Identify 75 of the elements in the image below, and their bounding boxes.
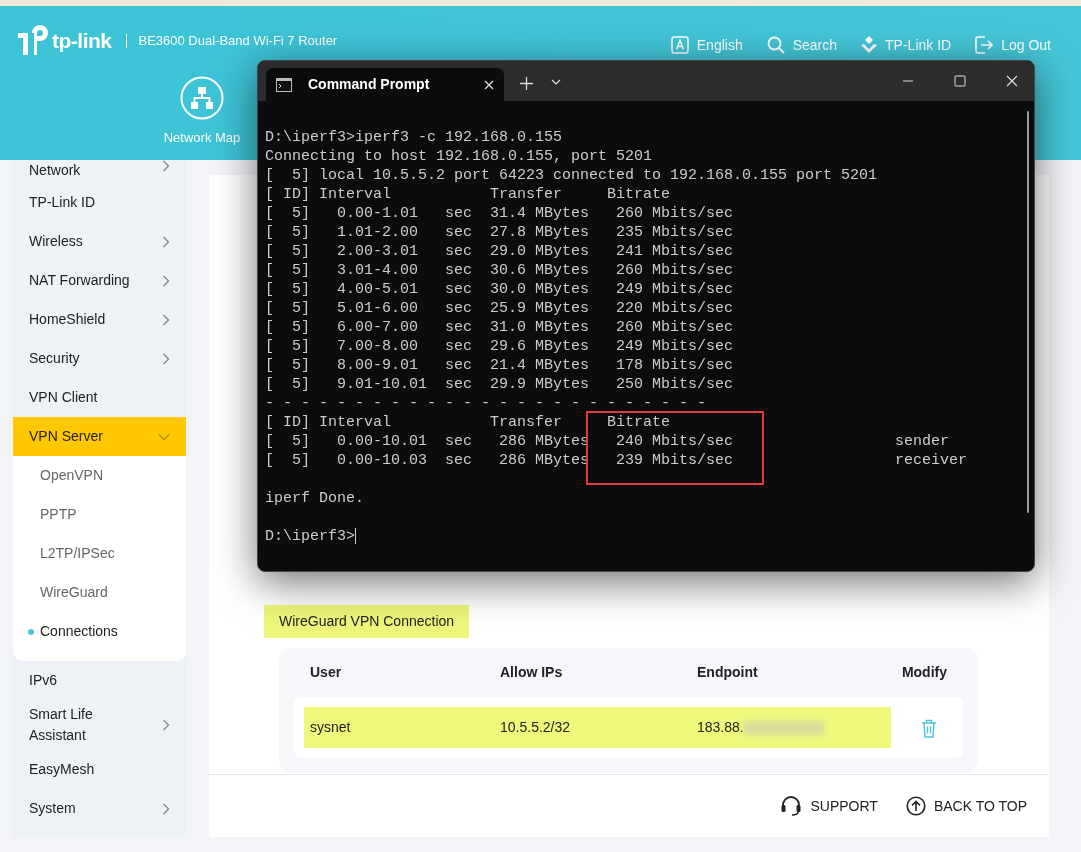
- submenu-item[interactable]: L2TP/IPSec: [13, 534, 186, 573]
- sidebar-item[interactable]: VPN Client: [13, 378, 186, 417]
- footer-link[interactable]: SUPPORT: [774, 794, 884, 818]
- submenu-item[interactable]: Connections: [13, 612, 186, 651]
- terminal-line: [ 5] 7.00-8.00 sec 29.6 MBytes 249 Mbits/sec: [265, 338, 734, 355]
- close-icon[interactable]: [1006, 75, 1018, 87]
- sidebar-item[interactable]: System: [13, 789, 186, 828]
- close-icon[interactable]: [484, 79, 494, 90]
- submenu-item[interactable]: PPTP: [13, 495, 186, 534]
- chevron-right-icon: [162, 352, 170, 365]
- headset-icon: [780, 795, 803, 817]
- terminal-line: [ 5] 5.01-6.00 sec 25.9 MBytes 220 Mbits/sec: [265, 300, 734, 317]
- table-cell: 183.88.: [691, 707, 891, 748]
- terminal-line: [ 5] 6.00-7.00 sec 31.0 MBytes 260 Mbits/sec: [265, 319, 734, 336]
- terminal-line: Connecting to host 192.168.0.155, port 5201: [265, 148, 653, 165]
- terminal-line: [ 5] local 10.5.5.2 port 64223 connected to 192.168.0.155 port 5201: [265, 167, 878, 184]
- sidebar-item[interactable]: IPv6: [13, 661, 186, 700]
- scrollbar[interactable]: [1027, 111, 1029, 513]
- terminal-line: [ 5] 1.01-2.00 sec 27.8 MBytes 235 Mbits/sec: [265, 224, 734, 241]
- language-icon: [670, 36, 689, 54]
- submenu-item[interactable]: WireGuard: [13, 573, 186, 612]
- terminal-line: [ 5] 9.01-10.01 sec 29.9 MBytes 250 Mbits/sec: [265, 376, 734, 393]
- column-header: User: [309, 663, 343, 682]
- chevron-right-icon: [162, 313, 170, 326]
- terminal-line: [ 5] 4.00-5.01 sec 30.0 MBytes 249 Mbits/sec: [265, 281, 734, 298]
- terminal-line: [ 5] 2.00-3.01 sec 29.0 MBytes 241 Mbits/sec: [265, 243, 734, 260]
- terminal-line: [ 5] 8.00-9.01 sec 21.4 MBytes 178 Mbits/sec: [265, 357, 734, 374]
- chevron-right-icon: [162, 235, 170, 248]
- submenu-item[interactable]: OpenVPN: [13, 456, 186, 495]
- chevron-right-icon: [162, 802, 170, 815]
- column-header: Allow IPs: [499, 663, 564, 682]
- maximize-icon[interactable]: [954, 75, 966, 87]
- chevron-right-icon: [162, 719, 170, 731]
- search-icon: [766, 36, 785, 54]
- terminal-line: iperf Done.: [265, 490, 365, 507]
- arrow-up-icon: [905, 796, 926, 816]
- sidebar-item[interactable]: Network: [13, 160, 186, 183]
- sidebar-item[interactable]: HomeShield: [13, 300, 186, 339]
- terminal-tab[interactable]: Command Prompt: [266, 68, 504, 101]
- table-cell: sysnet: [304, 707, 494, 748]
- terminal-line: D:\iperf3>iperf3 -c 192.168.0.155: [265, 129, 563, 146]
- sidebar-item[interactable]: VPN Server: [13, 417, 186, 456]
- chevron-down-icon: [158, 432, 170, 441]
- user-icon: [861, 36, 878, 54]
- section-title: WireGuard VPN Connection: [264, 605, 470, 638]
- footer-link[interactable]: BACK TO TOP: [899, 794, 1033, 818]
- terminal-line: [ ID] Interval Transfer Bitrate: [265, 414, 671, 431]
- plus-icon[interactable]: [520, 77, 533, 90]
- sidebar-item[interactable]: Wireless: [13, 222, 186, 261]
- sidebar-item[interactable]: Smart Life Assistant: [13, 700, 186, 750]
- text-cursor: [355, 528, 356, 545]
- terminal-line: [ 5] 0.00-10.03 sec 286 MBytes 239 Mbits/sec receiver: [265, 452, 968, 469]
- sidebar-item[interactable]: Security: [13, 339, 186, 378]
- chevron-right-icon: [162, 160, 170, 172]
- terminal-line: D:\iperf3>: [265, 528, 355, 545]
- terminal-line: [ 5] 0.00-1.01 sec 31.4 MBytes 260 Mbits/sec: [265, 205, 734, 222]
- terminal-line: [ 5] 0.00-10.01 sec 286 MBytes 240 Mbits/sec sender: [265, 433, 950, 450]
- terminal-line: [ 5] 3.01-4.00 sec 30.6 MBytes 260 Mbits/sec: [265, 262, 734, 279]
- column-header: Endpoint: [696, 663, 759, 682]
- chevron-right-icon: [162, 274, 170, 287]
- router-model: BE3600 Dual-Band Wi-Fi 7 Router: [138, 32, 338, 51]
- sidebar-item[interactable]: NAT Forwarding: [13, 261, 186, 300]
- sidebar-item[interactable]: TP-Link ID: [13, 183, 186, 222]
- chevron-down-icon[interactable]: [551, 77, 561, 87]
- network-map-icon: [180, 76, 224, 120]
- column-header: Modify: [900, 663, 948, 682]
- table-cell: 10.5.5.2/32: [494, 707, 691, 748]
- logout-icon: [975, 36, 994, 54]
- terminal-icon: [276, 77, 292, 92]
- terminal-line: [ ID] Interval Transfer Bitrate: [265, 186, 671, 203]
- sidebar-item[interactable]: EasyMesh: [13, 750, 186, 789]
- terminal-line: - - - - - - - - - - - - - - - - - - - - - - - - -: [265, 395, 707, 412]
- brand-name: tp-link: [52, 28, 112, 55]
- terminal-title: Command Prompt: [308, 75, 430, 94]
- selected-dot: [28, 628, 34, 635]
